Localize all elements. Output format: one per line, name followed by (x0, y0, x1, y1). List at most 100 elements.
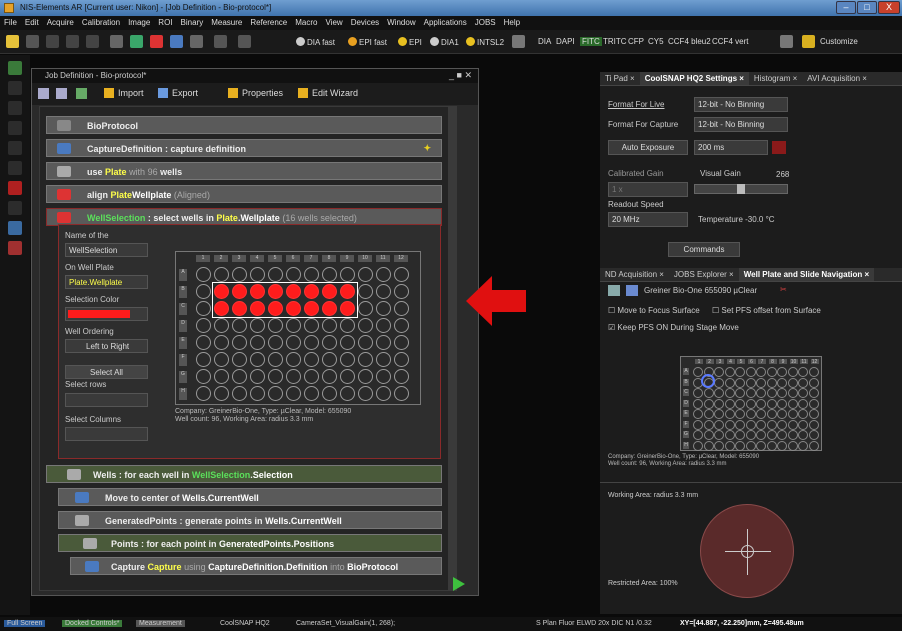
well[interactable] (196, 386, 211, 401)
annotation-icon[interactable] (8, 161, 22, 175)
block-wells-loop[interactable]: Wells : for each well in WellSelection.S… (46, 465, 442, 483)
nav-well[interactable] (735, 377, 745, 388)
plate-column-label[interactable]: 5 (268, 255, 282, 262)
tab-full-screen[interactable]: Full Screen (4, 620, 46, 627)
redo-icon[interactable] (86, 35, 99, 48)
nav-well[interactable] (724, 367, 735, 377)
customize-button[interactable]: Customize (820, 37, 858, 46)
nav-well[interactable] (745, 388, 756, 398)
maximize-button[interactable]: □ (857, 1, 877, 14)
well[interactable] (304, 267, 319, 282)
nav-well[interactable] (714, 388, 724, 398)
plate-tool-icon[interactable]: ✂ (780, 285, 787, 294)
nav-well[interactable] (703, 440, 714, 451)
run-play-icon[interactable] (453, 577, 465, 591)
well[interactable] (376, 301, 391, 316)
name-field[interactable]: WellSelection (65, 243, 148, 257)
nav-well[interactable] (756, 388, 766, 398)
well[interactable] (394, 352, 409, 367)
filter-ccf4-bleu2[interactable]: CCF4 bleu2 (668, 37, 711, 46)
nav-well[interactable] (756, 430, 766, 440)
nav-well[interactable] (798, 430, 808, 440)
well[interactable] (286, 335, 301, 350)
new-icon[interactable] (6, 35, 19, 48)
well[interactable] (232, 267, 247, 282)
well[interactable] (376, 335, 391, 350)
keep-pfs-checkbox[interactable]: ☑ Keep PFS ON During Stage Move (608, 323, 739, 332)
commands-button[interactable]: Commands (668, 242, 740, 257)
nav-well[interactable] (787, 388, 798, 398)
roi-icon[interactable] (8, 121, 22, 135)
tab-histogram[interactable]: Histogram × (749, 72, 802, 85)
well[interactable] (196, 352, 211, 367)
gain-slider[interactable] (694, 184, 788, 194)
well[interactable] (286, 369, 301, 384)
well[interactable] (358, 318, 373, 333)
nav-well[interactable] (808, 377, 819, 388)
device-icon[interactable] (8, 201, 22, 215)
well[interactable] (358, 284, 373, 299)
well[interactable] (196, 284, 211, 299)
well[interactable] (376, 386, 391, 401)
nav-well[interactable] (703, 398, 714, 409)
well-plate-dropdown[interactable]: Plate.Wellplate (65, 275, 148, 289)
well[interactable] (268, 352, 283, 367)
measure-icon[interactable] (8, 101, 22, 115)
well[interactable] (358, 352, 373, 367)
nav-well[interactable] (703, 409, 714, 419)
menu-devices[interactable]: Devices (347, 16, 383, 27)
nav-well[interactable] (766, 440, 777, 451)
nav-well[interactable] (735, 398, 745, 409)
visual-gain-radio[interactable]: Visual Gain (700, 169, 741, 178)
nav-well[interactable] (745, 409, 756, 419)
well[interactable] (394, 267, 409, 282)
well[interactable] (394, 318, 409, 333)
nav-well[interactable] (777, 377, 787, 388)
job-window-controls[interactable]: _ ■ ✕ (449, 70, 472, 81)
well[interactable] (196, 318, 211, 333)
menu-image[interactable]: Image (124, 16, 154, 27)
well[interactable] (214, 386, 229, 401)
nav-well[interactable] (787, 419, 798, 430)
nav-well[interactable] (714, 409, 724, 419)
customize-icon[interactable] (802, 35, 815, 48)
well[interactable] (268, 318, 283, 333)
menu-edit[interactable]: Edit (21, 16, 43, 27)
well[interactable] (358, 386, 373, 401)
plate-row-label[interactable]: D (179, 320, 187, 332)
nav-well[interactable] (703, 388, 714, 398)
close-button[interactable]: X (878, 1, 900, 14)
well[interactable] (196, 301, 211, 316)
well[interactable] (232, 318, 247, 333)
well[interactable] (250, 352, 265, 367)
exposure-stop-icon[interactable] (772, 141, 786, 154)
well[interactable] (340, 318, 355, 333)
plate-view-icon[interactable] (608, 285, 620, 296)
well[interactable] (286, 318, 301, 333)
open-icon[interactable] (26, 35, 39, 48)
plate-column-label[interactable]: 3 (232, 255, 246, 262)
well[interactable] (376, 267, 391, 282)
nav-well[interactable] (808, 398, 819, 409)
well[interactable] (250, 318, 265, 333)
menu-binary[interactable]: Binary (177, 16, 208, 27)
preset-dia-fast[interactable]: DIA fast (296, 37, 335, 47)
nav-well[interactable] (756, 398, 766, 409)
well[interactable] (358, 369, 373, 384)
nav-well[interactable] (766, 409, 777, 419)
selection-color-picker[interactable] (65, 307, 148, 321)
well[interactable] (376, 318, 391, 333)
well[interactable] (394, 386, 409, 401)
filter-cfp[interactable]: CFP (628, 37, 644, 46)
plate-column-label[interactable]: 12 (394, 255, 408, 262)
well[interactable] (340, 352, 355, 367)
menu-jobs[interactable]: JOBS (471, 16, 500, 27)
menu-file[interactable]: File (0, 16, 21, 27)
nav-well[interactable] (735, 409, 745, 419)
well[interactable] (286, 267, 301, 282)
well[interactable] (214, 267, 229, 282)
plate-row-label[interactable]: A (179, 269, 187, 281)
report-icon[interactable] (8, 241, 22, 255)
well[interactable] (286, 386, 301, 401)
nav-well[interactable] (745, 430, 756, 440)
